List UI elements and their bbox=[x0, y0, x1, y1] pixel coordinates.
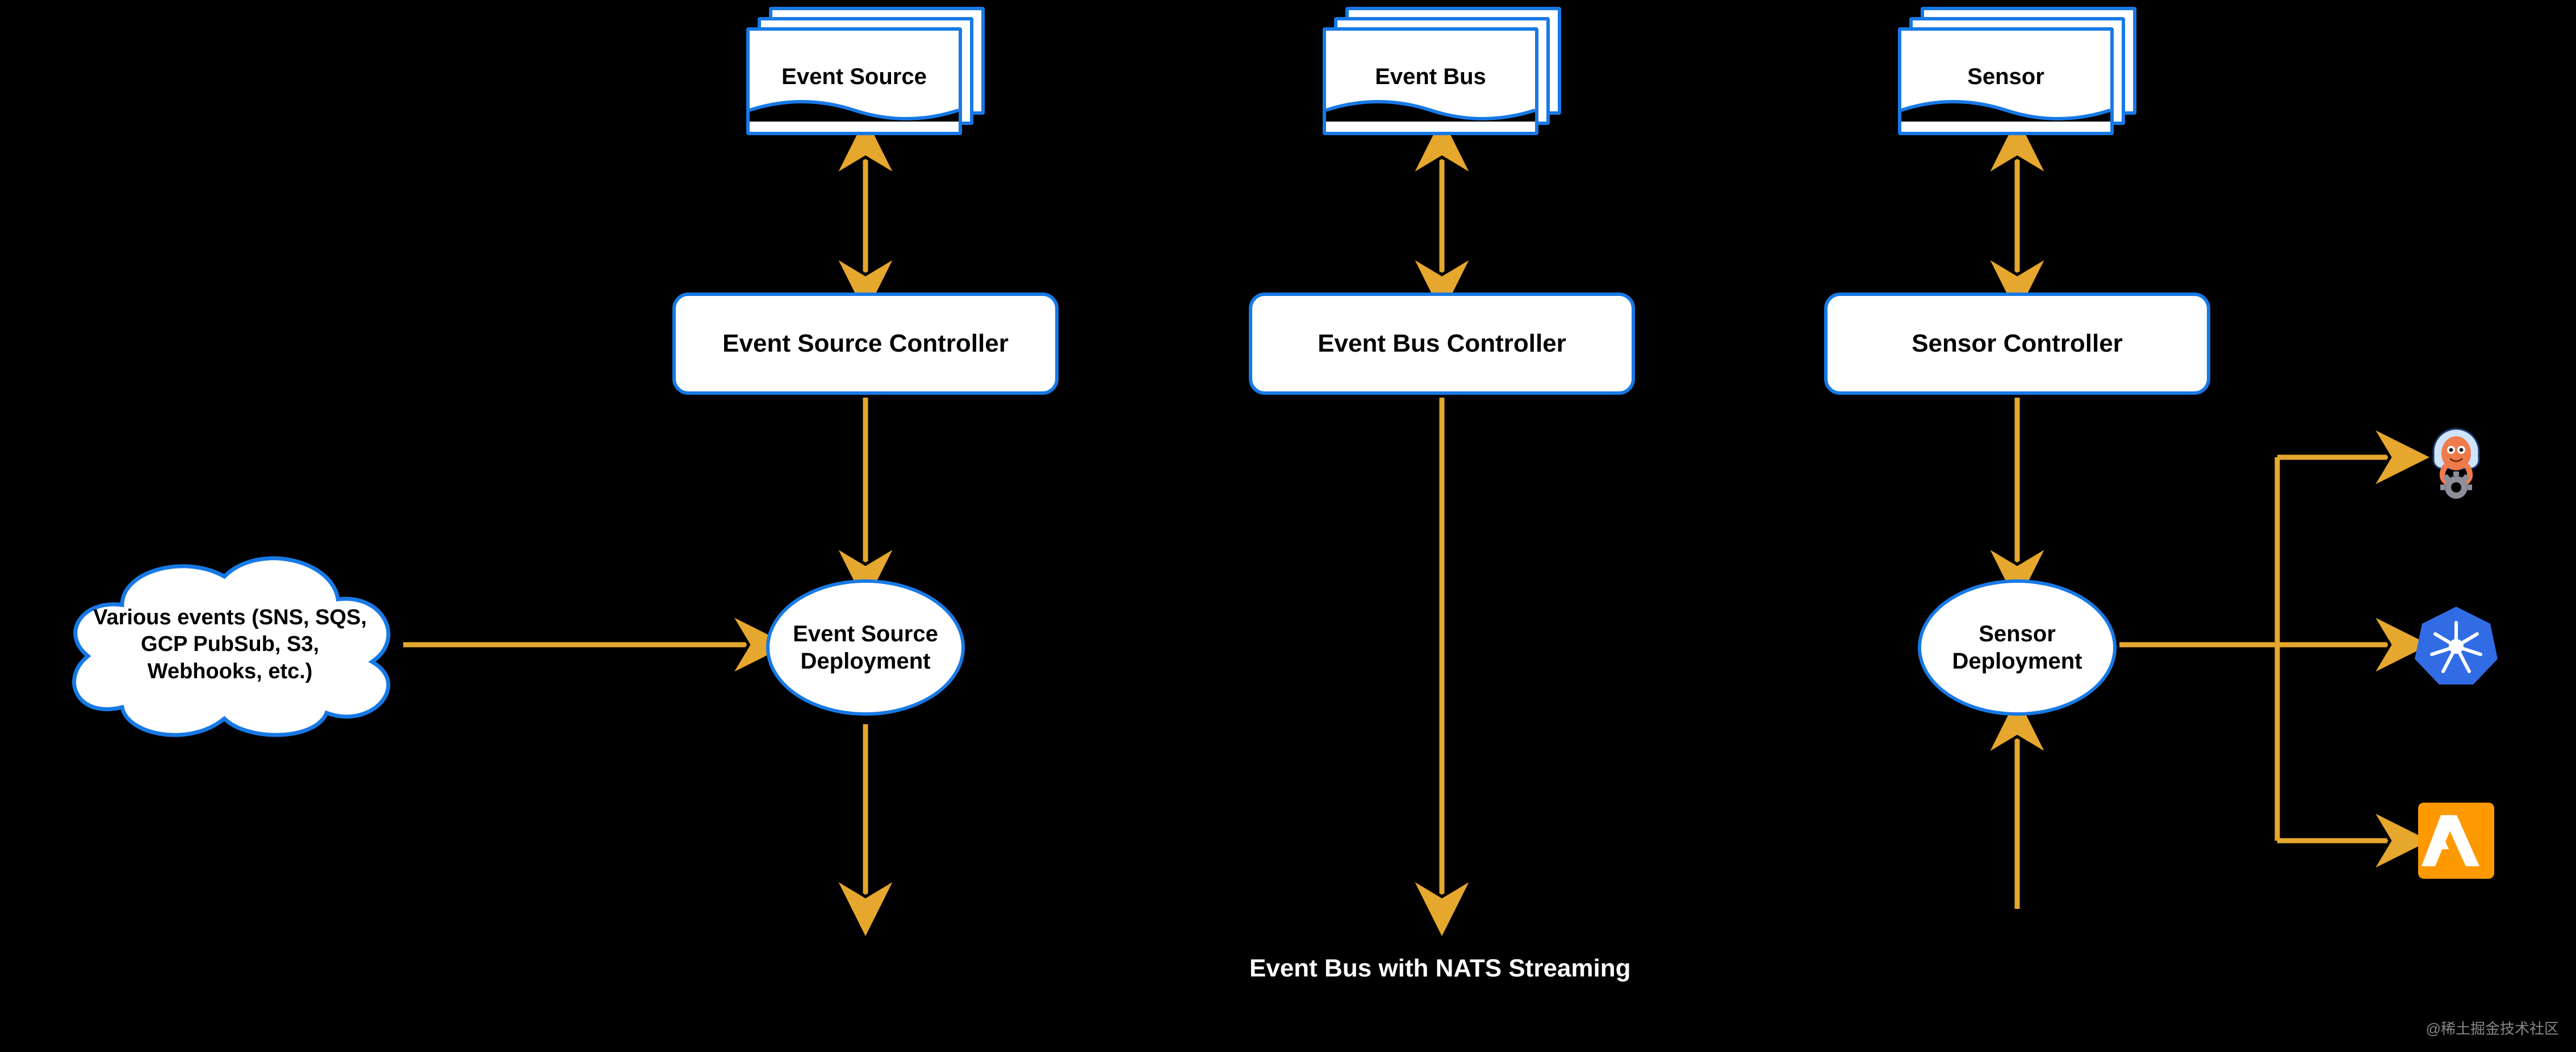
event-source-deployment-label: Event Source Deployment bbox=[793, 620, 938, 675]
event-bus-controller-label: Event Bus Controller bbox=[1318, 329, 1566, 358]
sensor-controller-label: Sensor Controller bbox=[1912, 329, 2123, 358]
footer-bus-label: Event Bus with NATS Streaming bbox=[1249, 954, 1631, 983]
sensor-document: Sensor bbox=[1898, 27, 2114, 135]
event-source-controller-box: Event Source Controller bbox=[672, 293, 1059, 395]
event-source-deployment-ellipse: Event Source Deployment bbox=[766, 579, 965, 716]
sensor-controller-box: Sensor Controller bbox=[1824, 293, 2210, 395]
sensor-deployment-ellipse: Sensor Deployment bbox=[1918, 579, 2117, 716]
event-bus-controller-box: Event Bus Controller bbox=[1249, 293, 1635, 395]
sensor-document-stack: Sensor bbox=[1898, 7, 2136, 132]
arrow-layer bbox=[0, 0, 2576, 1052]
kubernetes-icon bbox=[2414, 602, 2499, 687]
event-bus-document-stack: Event Bus bbox=[1323, 7, 1561, 132]
sensor-deployment-label: Sensor Deployment bbox=[1952, 620, 2082, 675]
event-source-controller-label: Event Source Controller bbox=[722, 329, 1009, 358]
events-cloud-label: Various events (SNS, SQS, GCP PubSub, S3… bbox=[54, 548, 406, 741]
argo-workflows-icon bbox=[2414, 415, 2499, 500]
aws-lambda-icon bbox=[2414, 798, 2499, 883]
event-source-document: Event Source bbox=[746, 27, 962, 135]
event-bus-document: Event Bus bbox=[1323, 27, 1538, 135]
event-source-label: Event Source bbox=[781, 64, 927, 90]
event-source-document-stack: Event Source bbox=[746, 7, 985, 132]
sensor-label: Sensor bbox=[1967, 64, 2044, 90]
events-cloud: Various events (SNS, SQS, GCP PubSub, S3… bbox=[54, 548, 406, 741]
event-bus-label: Event Bus bbox=[1375, 64, 1486, 90]
watermark-text: @稀土掘金技术社区 bbox=[2426, 1017, 2559, 1038]
